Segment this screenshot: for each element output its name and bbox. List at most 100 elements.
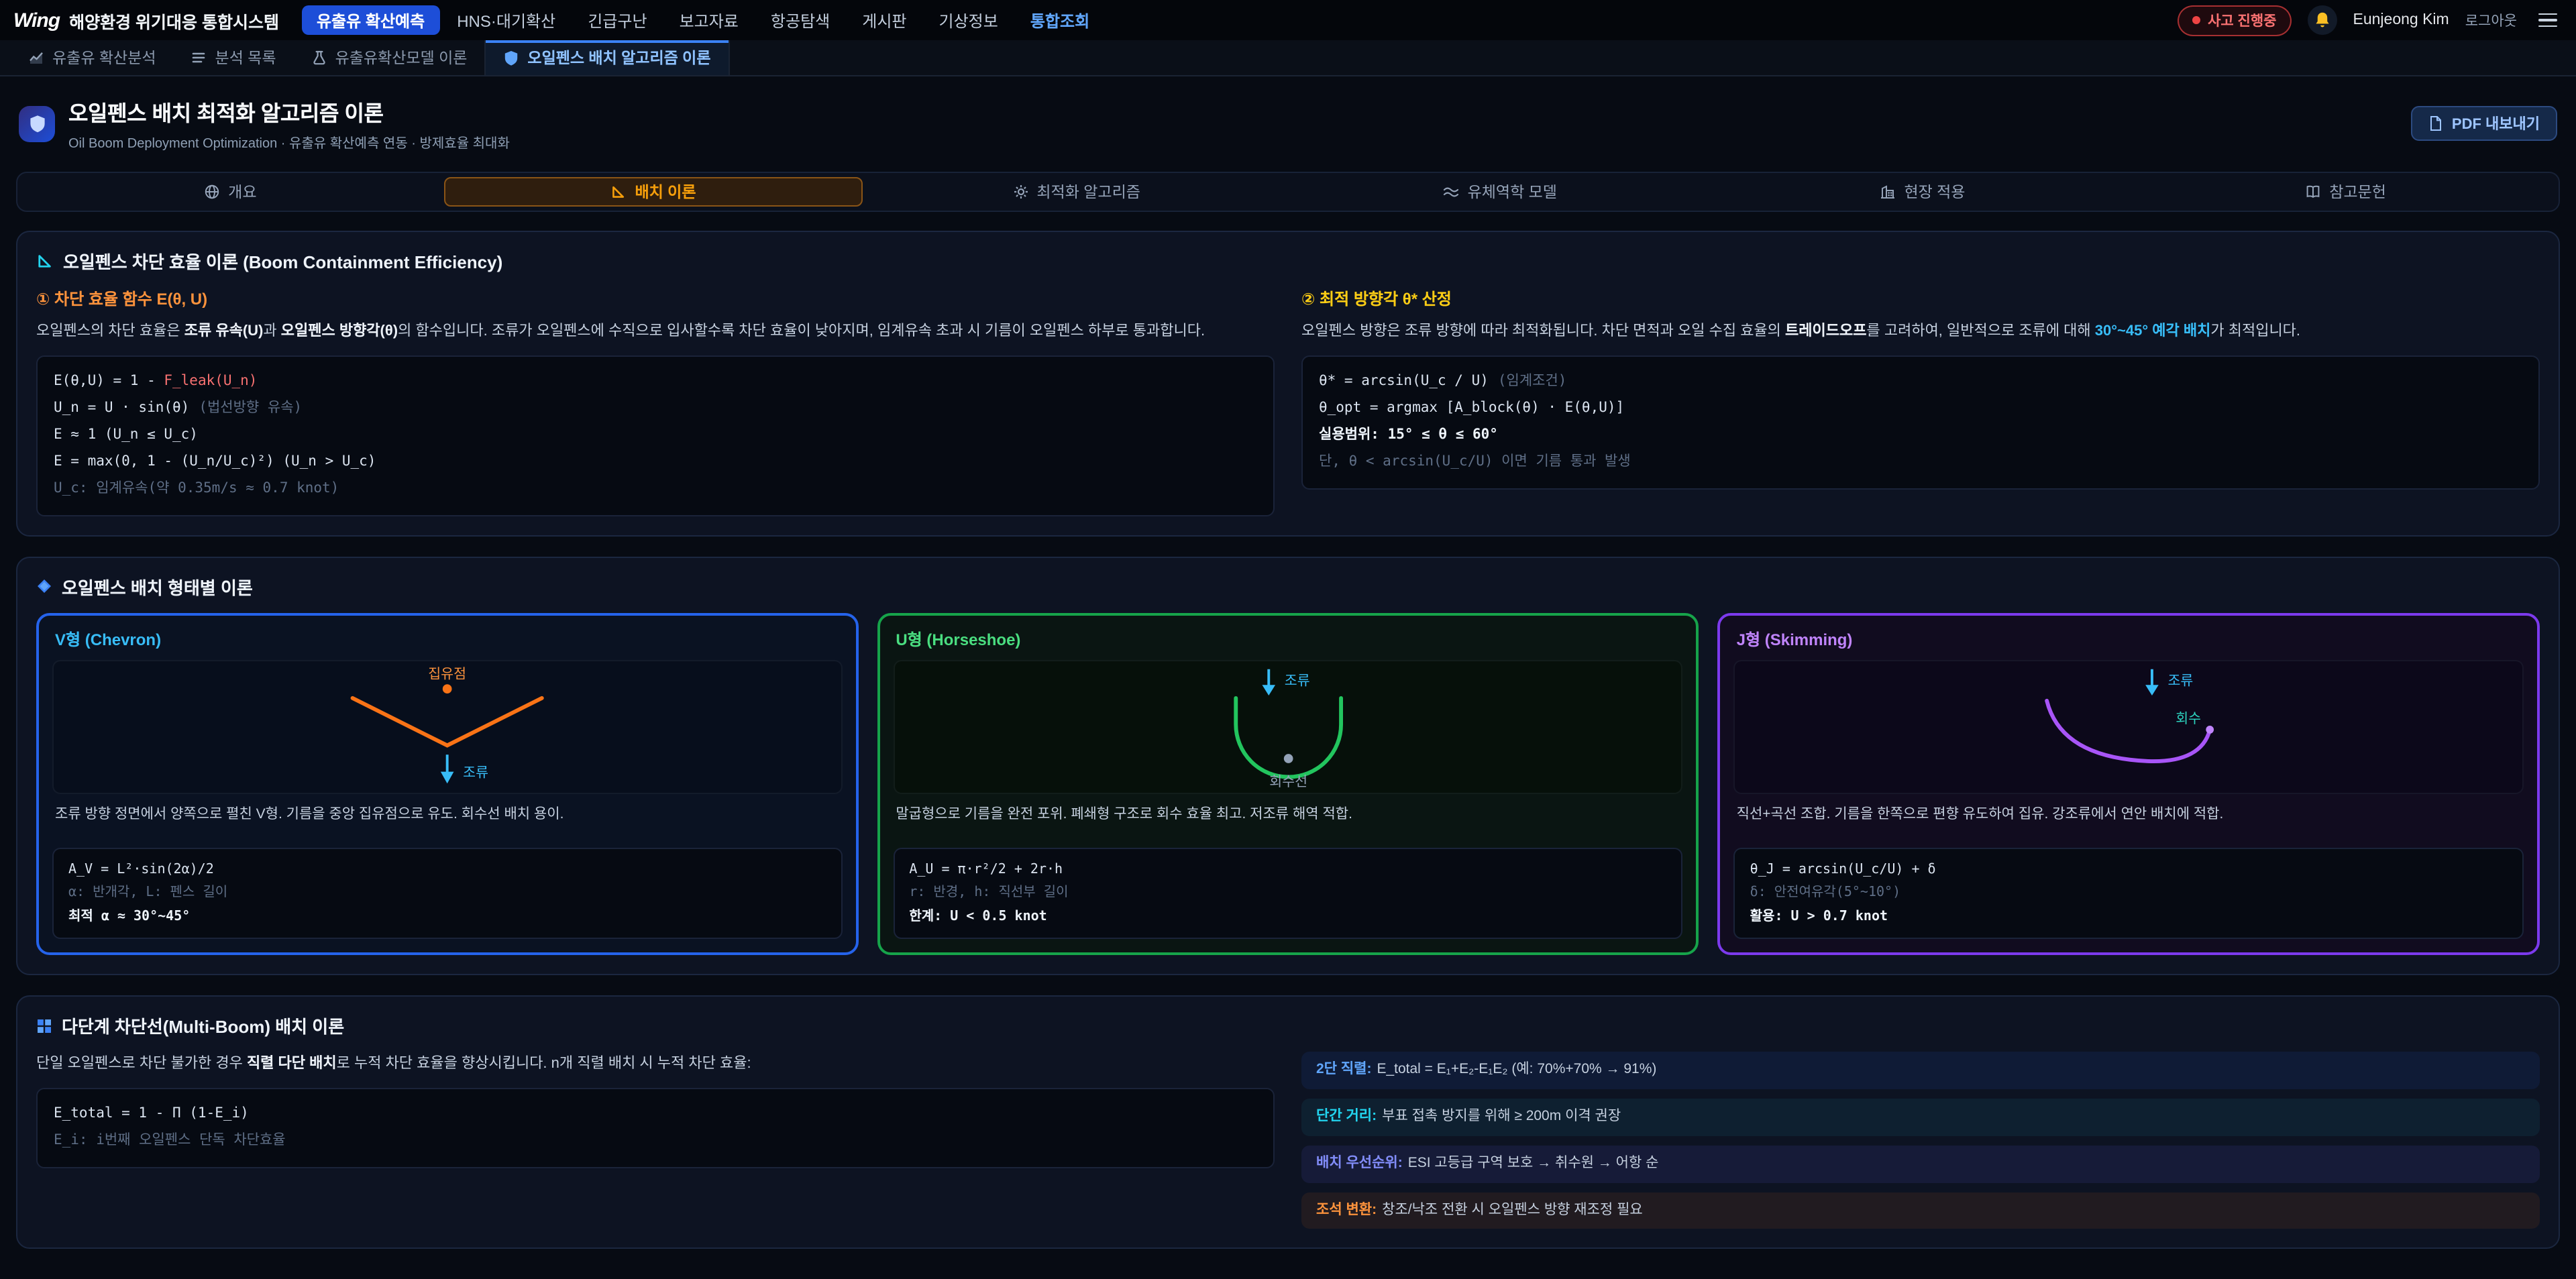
nav-item-integrated-search[interactable]: 통합조회 [1016, 5, 1104, 35]
formula-comment: (법선방향 유속) [199, 400, 302, 416]
panel-title: 오일펜스 배치 형태별 이론 [62, 574, 253, 600]
current-label: 조류 [1284, 673, 1309, 688]
nav-item-emergency-rescue[interactable]: 긴급구난 [573, 5, 661, 35]
section-tab-label: 유체역학 모델 [1468, 181, 1557, 203]
efficiency-left-column: ① 차단 효율 함수 E(θ, U) 오일펜스의 차단 효율은 조류 유속(U)… [36, 287, 1275, 516]
tab-boom-deployment-theory[interactable]: 오일펜스 배치 알고리즘 이론 [484, 40, 729, 75]
formula-comment-line: δ: 안전여유각(5°~10°) [1750, 882, 2508, 905]
page-header-text: 오일펜스 배치 최적화 알고리즘 이론 Oil Boom Deployment … [68, 95, 510, 152]
text-run-bold: 조류 유속(U) [184, 323, 264, 339]
current-arrowhead [441, 771, 454, 783]
note-label: 배치 우선순위: [1316, 1155, 1403, 1171]
brand-logo: Wing [13, 9, 60, 32]
bell-icon [2313, 11, 2332, 30]
globe-icon [204, 184, 220, 200]
text-run: 를 고려하여, 일반적으로 조류에 대해 [1867, 323, 2095, 339]
list-icon [191, 50, 207, 66]
collection-point-dot [443, 684, 452, 693]
layout-card-v-chevron: V형 (Chevron) 집유점 조류 조류 방향 정면에서 양쪽으로 펼친 V… [36, 613, 858, 956]
tab-label: 유출유확산모델 이론 [335, 47, 468, 68]
layout-card-j-skimming: J형 (Skimming) 조류 회수 직선+곡선 조합. 기름을 한쪽으로 편… [1718, 613, 2540, 956]
notifications-button[interactable] [2308, 5, 2337, 35]
formula-line: 한계: U < 0.5 knot [909, 905, 1666, 929]
menu-button[interactable] [2533, 7, 2563, 33]
formula-leak-term: F_leak(U_n) [164, 373, 257, 389]
text-run: 오일펜스 방향은 조류 방향에 따라 최적화됩니다. 차단 면적과 오일 수집 … [1301, 323, 1785, 339]
card-title: J형 (Skimming) [1721, 616, 2537, 657]
multiboom-columns: 단일 오일펜스로 차단 불가한 경우 직렬 다단 배치로 누적 차단 효율을 향… [36, 1052, 2540, 1229]
text-run: 의 함수입니다. 조류가 오일펜스에 수직으로 입사할수록 차단 효율이 낮아지… [398, 323, 1205, 339]
u-boom-line [1236, 698, 1341, 777]
note-label: 2단 직렬: [1316, 1062, 1371, 1078]
efficiency-function-heading: ① 차단 효율 함수 E(θ, U) [36, 287, 1275, 310]
section-tab-optimization-algorithm[interactable]: 최적화 알고리즘 [867, 177, 1285, 207]
section-tab-hydrodynamic-model[interactable]: 유체역학 모델 [1291, 177, 1709, 207]
formula-comment: (임계조건) [1498, 373, 1567, 389]
note-text: 부표 접촉 방지를 위해 ≥ 200m 이격 권장 [1382, 1108, 1621, 1124]
layout-cards: V형 (Chevron) 집유점 조류 조류 방향 정면에서 양쪽으로 펼친 V… [36, 613, 2540, 956]
nav-item-reports[interactable]: 보고자료 [665, 5, 753, 35]
panel-title: 오일펜스 차단 효율 이론 (Boom Containment Efficien… [63, 248, 502, 274]
book-icon [2305, 184, 2321, 200]
page-icon-shield [19, 105, 55, 142]
logout-button[interactable]: 로그아웃 [2465, 10, 2517, 30]
formula-line: E ≈ 1 (U_n ≤ U_c) [54, 423, 1257, 449]
formula-comment-line: α: 반개각, L: 펜스 길이 [68, 882, 826, 905]
tab-label: 오일펜스 배치 알고리즘 이론 [527, 47, 710, 68]
formula-line: E(θ,U) = 1 - F_leak(U_n) [54, 369, 1257, 396]
recovery-vessel-label: 회수선 [1269, 774, 1307, 789]
note-text: ESI 고등급 구역 보호 → 취수원 → 어항 순 [1408, 1155, 1659, 1171]
set-square-icon [36, 252, 54, 270]
efficiency-right-column: ② 최적 방향각 θ* 산정 오일펜스 방향은 조류 방향에 따라 최적화됩니다… [1301, 287, 2540, 516]
page-subtitle: Oil Boom Deployment Optimization · 유출유 확… [68, 131, 510, 152]
incident-status-badge[interactable]: 사고 진행중 [2177, 5, 2291, 36]
section-tab-field-application[interactable]: 현장 적용 [1714, 177, 2132, 207]
section-tab-references[interactable]: 참고문헌 [2137, 177, 2555, 207]
section-tab-label: 개요 [228, 181, 256, 203]
tab-label: 유출유 확산분석 [52, 47, 156, 68]
card-formula-block: A_U = π·r²/2 + 2r·h r: 반경, h: 직선부 길이 한계:… [893, 848, 1682, 940]
text-run: 가 최적입니다. [2210, 323, 2300, 339]
wave-icon [1442, 184, 1460, 200]
optimal-angle-highlight: 30°~45° 예각 배치 [2095, 323, 2211, 339]
nav-item-oil-spill-prediction[interactable]: 유출유 확산예측 [302, 5, 439, 35]
formula-line: 활용: U > 0.7 knot [1750, 905, 2508, 929]
brand[interactable]: Wing 해양환경 위기대응 통합시스템 [13, 7, 279, 33]
set-square-icon [610, 184, 627, 200]
card-caption: 조류 방향 정면에서 양쪽으로 펼친 V형. 기름을 중앙 집유점으로 유도. … [39, 794, 855, 837]
tab-spill-diffusion-analysis[interactable]: 유출유 확산분석 [11, 40, 174, 75]
user-name[interactable]: Eunjeong Kim [2353, 12, 2449, 28]
note-label: 단간 거리: [1316, 1108, 1377, 1124]
tab-diffusion-model-theory[interactable]: 유출유확산모델 이론 [294, 40, 485, 75]
nav-item-hns-atmospheric[interactable]: HNS·대기확산 [442, 5, 570, 35]
collection-point-label: 집유점 [428, 666, 466, 681]
formula-comment-line: U_c: 임계유속(약 0.35m/s ≈ 0.7 knot) [54, 476, 1257, 503]
shield-icon [28, 113, 46, 133]
formula-comment-line: r: 반경, h: 직선부 길이 [909, 882, 1666, 905]
text-run-bold: 트레이드오프 [1785, 323, 1866, 339]
layout-card-u-horseshoe: U형 (Horseshoe) 조류 회수선 말굽형으로 기름을 완전 포위. 폐… [877, 613, 1699, 956]
formula-text: U_n = U · sin(θ) [54, 400, 189, 416]
section-tabs: 개요 배치 이론 최적화 알고리즘 유체역학 모델 현장 적용 참고문헌 [16, 172, 2560, 212]
nav-item-weather[interactable]: 기상정보 [924, 5, 1013, 35]
tab-analysis-list[interactable]: 분석 목록 [174, 40, 294, 75]
section-tab-deployment-theory[interactable]: 배치 이론 [445, 177, 863, 207]
nav-item-aerial-search[interactable]: 항공탐색 [756, 5, 845, 35]
note-label: 조석 변환: [1316, 1201, 1377, 1217]
text-run: 로 누적 차단 효율을 향상시킵니다. n개 직렬 배치 시 누적 차단 효율: [337, 1056, 751, 1072]
text-run: 과 [263, 323, 280, 339]
pdf-export-button[interactable]: PDF 내보내기 [2412, 106, 2557, 141]
formula-text: E(θ,U) = 1 - [54, 373, 164, 389]
nav-item-board[interactable]: 게시판 [847, 5, 921, 35]
formula-line: 최적 α ≈ 30°~45° [68, 905, 826, 929]
formula-line: E = max(0, 1 - (U_n/U_c)²) (U_n > U_c) [54, 449, 1257, 476]
u-deployment-diagram: 조류 회수선 [893, 660, 1682, 794]
card-formula-block: A_V = L²·sin(2α)/2 α: 반개각, L: 펜스 길이 최적 α… [52, 848, 842, 940]
note-tidal-change: 조석 변환:창조/낙조 전환 시 오일펜스 방향 재조정 필요 [1301, 1192, 2540, 1229]
section-tab-label: 현장 적용 [1904, 181, 1965, 203]
primary-nav: 유출유 확산예측 HNS·대기확산 긴급구난 보고자료 항공탐색 게시판 기상정… [301, 0, 1106, 40]
efficiency-theory-panel: 오일펜스 차단 효율 이론 (Boom Containment Efficien… [16, 231, 2560, 537]
optimal-angle-formula-block: θ* = arcsin(U_c / U)(임계조건) θ_opt = argma… [1301, 355, 2540, 490]
current-arrowhead [2146, 685, 2159, 696]
section-tab-overview[interactable]: 개요 [21, 177, 439, 207]
